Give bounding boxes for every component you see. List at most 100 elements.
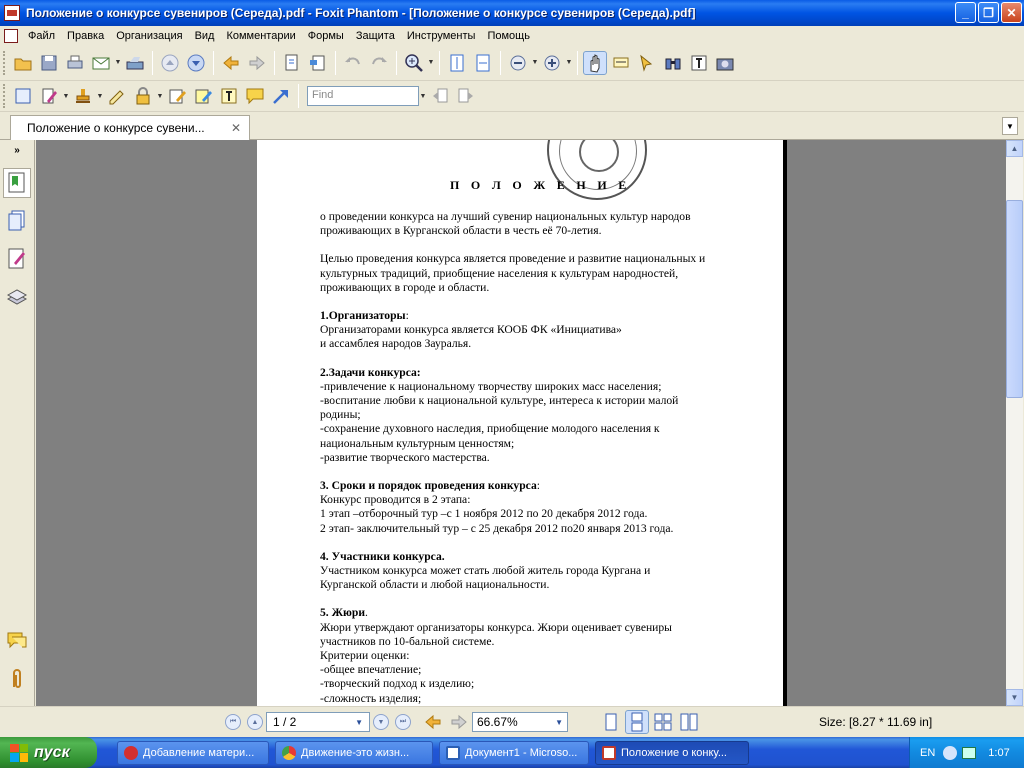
highlight-icon[interactable] — [191, 84, 215, 108]
stamp-icon[interactable] — [71, 84, 95, 108]
vertical-scrollbar[interactable]: ▲ ▼ — [1006, 140, 1023, 706]
page-number-input[interactable]: 1 / 2 ▼ — [266, 712, 370, 732]
select-annotation-icon[interactable] — [635, 51, 659, 75]
find-next-icon[interactable] — [454, 84, 478, 108]
bookmarks-panel-icon[interactable] — [3, 168, 31, 198]
attachment-icon[interactable] — [3, 664, 31, 694]
taskbar-item-foxit[interactable]: Положение о конку... — [595, 740, 749, 765]
zoom-level-input[interactable]: 66.67% ▼ — [472, 712, 568, 732]
page-number-value: 1 / 2 — [273, 715, 297, 729]
lock-icon[interactable] — [131, 84, 155, 108]
pages-panel-icon[interactable] — [3, 206, 31, 236]
two-page-view-icon[interactable] — [677, 710, 701, 734]
select-text-icon[interactable] — [609, 51, 633, 75]
document-viewport[interactable]: П О Л О Ж Е Н И Е о проведении конкурса … — [36, 140, 1006, 706]
document-icon[interactable] — [4, 28, 18, 43]
history-forward-icon[interactable] — [447, 710, 471, 734]
open-icon[interactable] — [11, 51, 35, 75]
last-page-icon[interactable]: ⏭ — [395, 714, 411, 730]
toolbar-grip[interactable] — [3, 84, 6, 108]
menu-help[interactable]: Помощь — [481, 30, 536, 42]
fit-width-icon[interactable] — [471, 51, 495, 75]
menu-file[interactable]: Файл — [22, 30, 61, 42]
menu-edit[interactable]: Правка — [61, 30, 110, 42]
foxit-app-icon[interactable] — [4, 5, 20, 21]
taskbar-item-chrome[interactable]: Движение-это жизн... — [275, 740, 433, 765]
typewriter-icon[interactable] — [687, 51, 711, 75]
email-dropdown-icon[interactable]: ▼ — [114, 59, 122, 66]
page-dropdown-icon[interactable]: ▼ — [355, 718, 363, 727]
zoom-dropdown-icon[interactable]: ▼ — [427, 59, 435, 66]
menu-organize[interactable]: Организация — [110, 30, 188, 42]
insert-page-icon[interactable] — [306, 51, 330, 75]
language-indicator[interactable]: EN — [920, 747, 935, 759]
menu-forms[interactable]: Формы — [302, 30, 350, 42]
find-input[interactable]: Find — [307, 86, 419, 106]
arrow-icon[interactable] — [269, 84, 293, 108]
back-icon[interactable] — [219, 51, 243, 75]
scroll-down-icon[interactable]: ▼ — [1006, 689, 1023, 706]
textbox-icon[interactable] — [217, 84, 241, 108]
hand-tool-icon[interactable] — [583, 50, 607, 75]
pencil-dropdown-icon[interactable]: ▼ — [62, 93, 70, 100]
previous-page-icon[interactable] — [158, 51, 182, 75]
status-bar: ⏮ ▲ 1 / 2 ▼ ▼ ⏭ 66.67% ▼ Size: [8.27 * 1… — [0, 706, 1024, 737]
menu-tools[interactable]: Инструменты — [401, 30, 482, 42]
zoom-level-dropdown-icon[interactable]: ▼ — [555, 718, 563, 727]
snapshot-icon[interactable] — [713, 51, 737, 75]
find-dropdown-icon[interactable]: ▼ — [419, 93, 427, 100]
minimize-button[interactable]: _ — [955, 2, 976, 23]
save-icon[interactable] — [37, 51, 61, 75]
zoom-in-icon[interactable] — [402, 51, 426, 75]
extract-page-icon[interactable] — [280, 51, 304, 75]
close-button[interactable]: ✕ — [1001, 2, 1022, 23]
scroll-thumb[interactable] — [1006, 200, 1023, 398]
document-tab[interactable]: Положение о конкурсе сувени... ✕ — [10, 115, 250, 140]
continuous-view-icon[interactable] — [625, 710, 649, 734]
expand-panel-icon[interactable]: » — [0, 140, 34, 160]
taskbar-item-opera[interactable]: Добавление матери... — [117, 740, 269, 765]
undo-icon[interactable] — [341, 51, 365, 75]
zoom-plus-dropdown-icon[interactable]: ▼ — [565, 59, 573, 66]
maximize-button[interactable]: ❐ — [978, 2, 999, 23]
tab-close-icon[interactable]: ✕ — [231, 121, 241, 135]
prev-page-icon[interactable]: ▲ — [247, 714, 263, 730]
tab-list-dropdown-icon[interactable]: ▼ — [1002, 117, 1018, 135]
single-page-view-icon[interactable] — [599, 710, 623, 734]
toolbar-grip[interactable] — [3, 50, 6, 75]
note-pencil-icon[interactable] — [165, 84, 189, 108]
find-previous-icon[interactable] — [428, 84, 452, 108]
fit-page-icon[interactable] — [445, 51, 469, 75]
binoculars-icon[interactable] — [661, 51, 685, 75]
next-page-icon[interactable] — [184, 51, 208, 75]
stamp-dropdown-icon[interactable]: ▼ — [96, 93, 104, 100]
layers-panel-icon[interactable] — [3, 282, 31, 312]
comment-list-icon[interactable] — [3, 626, 31, 656]
menu-comments[interactable]: Комментарии — [220, 30, 301, 42]
start-button[interactable]: пуск — [0, 737, 97, 768]
pencil-icon[interactable] — [37, 84, 61, 108]
sign-icon[interactable] — [105, 84, 129, 108]
print-icon[interactable] — [63, 51, 87, 75]
lock-dropdown-icon[interactable]: ▼ — [156, 93, 164, 100]
zoom-plus-icon[interactable] — [540, 51, 564, 75]
forward-icon[interactable] — [245, 51, 269, 75]
facing-view-icon[interactable] — [651, 710, 675, 734]
network-icon[interactable] — [962, 746, 977, 759]
next-page-nav-icon[interactable]: ▼ — [373, 714, 389, 730]
email-icon[interactable] — [89, 51, 113, 75]
redo-icon[interactable] — [367, 51, 391, 75]
scan-icon[interactable] — [123, 51, 147, 75]
first-page-icon[interactable]: ⏮ — [225, 714, 241, 730]
back-icon-tray[interactable] — [943, 745, 958, 760]
zoom-out-icon[interactable] — [506, 51, 530, 75]
comment-icon[interactable] — [243, 84, 267, 108]
scroll-up-icon[interactable]: ▲ — [1006, 140, 1023, 157]
comments-panel-icon[interactable] — [3, 244, 31, 274]
history-back-icon[interactable] — [421, 710, 445, 734]
single-page-icon[interactable] — [11, 84, 35, 108]
taskbar-item-word[interactable]: Документ1 - Microso... — [439, 740, 589, 765]
menu-protect[interactable]: Защита — [350, 30, 401, 42]
menu-view[interactable]: Вид — [189, 30, 221, 42]
zoom-out-dropdown-icon[interactable]: ▼ — [531, 59, 539, 66]
